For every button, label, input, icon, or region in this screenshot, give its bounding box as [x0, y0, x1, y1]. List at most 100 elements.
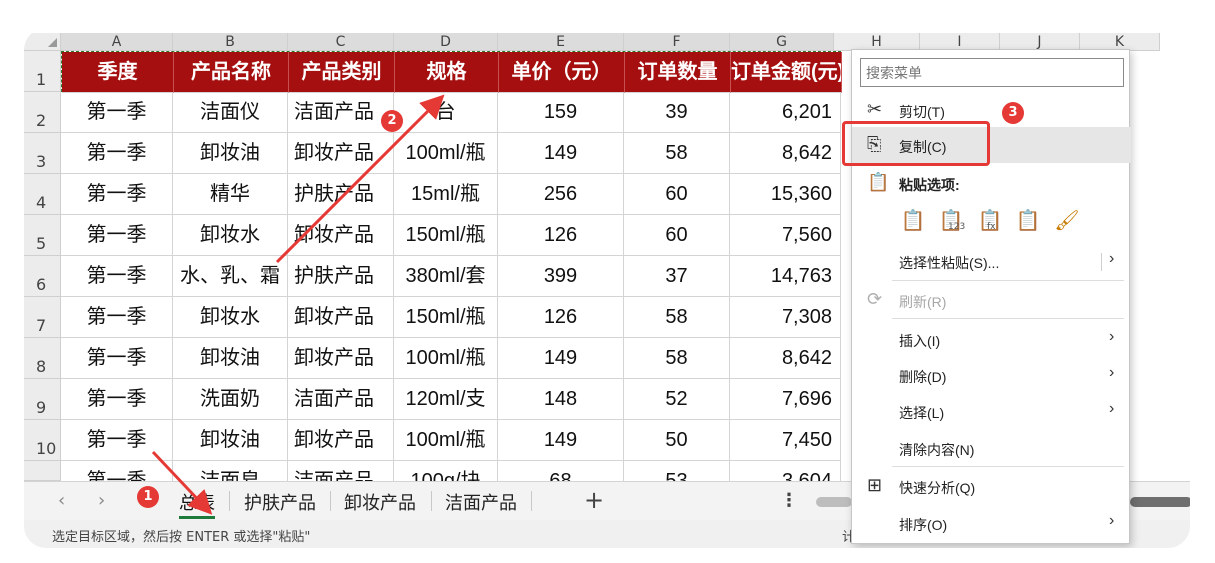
menu-item-clear-contents[interactable]: 清除内容(N): [852, 430, 1131, 466]
menu-search-input[interactable]: [860, 58, 1124, 87]
paste-values-icon[interactable]: 📋 123: [938, 208, 966, 236]
column-header-e[interactable]: E: [498, 33, 624, 51]
table-cell[interactable]: 126: [498, 297, 624, 338]
row-header-3[interactable]: 3: [24, 133, 61, 174]
header-cell-spec[interactable]: 规格: [395, 52, 499, 93]
row-header-7[interactable]: 7: [24, 297, 61, 338]
table-cell[interactable]: 60: [624, 215, 730, 256]
paste-icon[interactable]: 📋: [900, 208, 926, 236]
table-cell[interactable]: 卸妆产品: [288, 133, 394, 174]
sheet-tab-makeup-remover[interactable]: 卸妆产品: [344, 489, 416, 515]
row-header-2[interactable]: 2: [24, 92, 61, 133]
row-header-9[interactable]: 9: [24, 379, 61, 420]
table-cell[interactable]: 第一季: [61, 92, 173, 133]
table-cell[interactable]: 精华: [173, 174, 288, 215]
header-cell-season[interactable]: 季度: [62, 52, 174, 93]
table-cell[interactable]: 39: [624, 92, 730, 133]
table-cell[interactable]: 台: [394, 92, 498, 133]
table-cell[interactable]: 第一季: [61, 338, 173, 379]
table-cell[interactable]: 149: [498, 338, 624, 379]
prev-sheet-button[interactable]: ‹: [58, 490, 65, 511]
column-header-g[interactable]: G: [730, 33, 834, 51]
column-header-c[interactable]: C: [288, 33, 394, 51]
table-cell[interactable]: 60: [624, 174, 730, 215]
row-header-11[interactable]: [24, 461, 61, 481]
table-cell[interactable]: 卸妆产品: [288, 338, 394, 379]
select-all-corner[interactable]: [24, 33, 61, 51]
table-cell[interactable]: 卸妆油: [173, 133, 288, 174]
menu-item-sort[interactable]: 排序(O) ›: [852, 505, 1131, 541]
table-cell[interactable]: 洁面产品: [288, 379, 394, 420]
table-cell[interactable]: 399: [498, 256, 624, 297]
menu-item-quick-analysis[interactable]: ⊞ 快速分析(Q): [852, 468, 1131, 504]
table-cell[interactable]: 第一季: [61, 133, 173, 174]
table-cell[interactable]: 水、乳、霜: [173, 256, 288, 297]
menu-item-insert[interactable]: 插入(I) ›: [852, 321, 1131, 357]
column-header-f[interactable]: F: [624, 33, 730, 51]
table-cell[interactable]: 149: [498, 133, 624, 174]
row-header-5[interactable]: 5: [24, 215, 61, 256]
sheet-tab-cleanser[interactable]: 洁面产品: [445, 489, 517, 515]
header-cell-product[interactable]: 产品名称: [174, 52, 289, 93]
menu-item-refresh[interactable]: ⟳ 刷新(R): [852, 282, 1131, 318]
table-cell[interactable]: 卸妆油: [173, 338, 288, 379]
sheet-tab-summary[interactable]: 总表: [179, 489, 215, 519]
table-cell[interactable]: 洁面仪: [173, 92, 288, 133]
table-cell[interactable]: 58: [624, 338, 730, 379]
table-cell[interactable]: 卸妆油: [173, 420, 288, 461]
table-cell[interactable]: 149: [498, 420, 624, 461]
table-cell[interactable]: 第一季: [61, 379, 173, 420]
table-cell[interactable]: 256: [498, 174, 624, 215]
header-cell-amount[interactable]: 订单金额(元): [731, 52, 842, 93]
column-header-b[interactable]: B: [173, 33, 288, 51]
row-header-4[interactable]: 4: [24, 174, 61, 215]
table-cell[interactable]: 58: [624, 133, 730, 174]
header-cell-price[interactable]: 单价（元）: [499, 52, 625, 93]
table-cell[interactable]: 洗面奶: [173, 379, 288, 420]
table-cell[interactable]: 6,201: [730, 92, 841, 133]
table-cell[interactable]: 护肤产品: [288, 174, 394, 215]
next-sheet-button[interactable]: ›: [98, 490, 105, 511]
horizontal-scrollbar[interactable]: [816, 497, 852, 507]
table-cell[interactable]: 第一季: [61, 215, 173, 256]
table-cell[interactable]: 卸妆产品: [288, 420, 394, 461]
table-cell[interactable]: 7,450: [730, 420, 841, 461]
table-cell[interactable]: 7,308: [730, 297, 841, 338]
table-cell[interactable]: 15,360: [730, 174, 841, 215]
paste-formatting-icon[interactable]: 🖌: [1054, 208, 1080, 236]
empty-columns[interactable]: [1128, 51, 1190, 481]
menu-item-select[interactable]: 选择(L) ›: [852, 393, 1131, 429]
more-tabs-icon[interactable]: ⋮: [780, 490, 798, 511]
row-header-8[interactable]: 8: [24, 338, 61, 379]
sheet-tab-skincare[interactable]: 护肤产品: [244, 489, 316, 515]
table-cell[interactable]: 15ml/瓶: [394, 174, 498, 215]
table-cell[interactable]: 卸妆产品: [288, 215, 394, 256]
table-cell[interactable]: 150ml/瓶: [394, 297, 498, 338]
table-cell[interactable]: 7,696: [730, 379, 841, 420]
row-header-6[interactable]: 6: [24, 256, 61, 297]
column-header-a[interactable]: A: [61, 33, 173, 51]
table-cell[interactable]: 第一季: [61, 174, 173, 215]
table-cell[interactable]: 7,560: [730, 215, 841, 256]
table-cell[interactable]: 100ml/瓶: [394, 133, 498, 174]
row-header-10[interactable]: 10: [24, 420, 61, 461]
table-cell[interactable]: 37: [624, 256, 730, 297]
table-cell[interactable]: 洁面产品: [288, 92, 394, 133]
table-cell[interactable]: 380ml/套: [394, 256, 498, 297]
table-cell[interactable]: 卸妆水: [173, 215, 288, 256]
table-cell[interactable]: 第一季: [61, 297, 173, 338]
table-cell[interactable]: 护肤产品: [288, 256, 394, 297]
table-cell[interactable]: 卸妆水: [173, 297, 288, 338]
add-sheet-button[interactable]: +: [584, 486, 604, 514]
table-cell[interactable]: 第一季: [61, 420, 173, 461]
table-cell[interactable]: 120ml/支: [394, 379, 498, 420]
table-cell[interactable]: 52: [624, 379, 730, 420]
table-cell[interactable]: 150ml/瓶: [394, 215, 498, 256]
table-cell[interactable]: 126: [498, 215, 624, 256]
table-cell[interactable]: 159: [498, 92, 624, 133]
table-cell[interactable]: 8,642: [730, 133, 841, 174]
table-cell[interactable]: 8,642: [730, 338, 841, 379]
row-header-1[interactable]: 1: [24, 51, 61, 92]
menu-item-paste-special[interactable]: 选择性粘贴(S)... ›: [852, 243, 1131, 279]
table-cell[interactable]: 100ml/瓶: [394, 338, 498, 379]
